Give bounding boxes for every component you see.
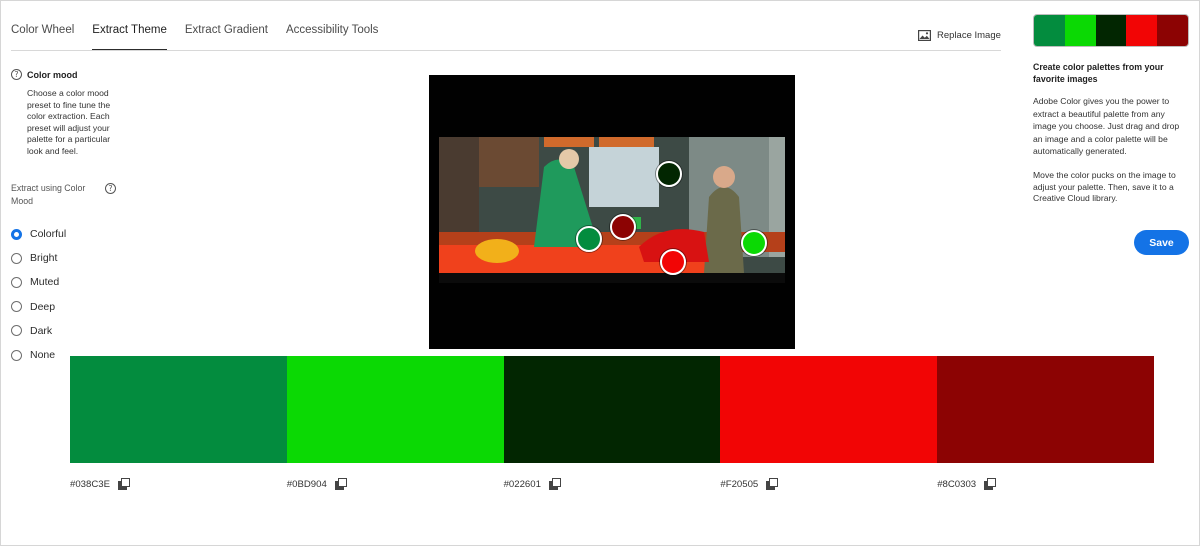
hex-codes: #038C3E #0BD904 #022601 #F20505 #8C0303	[70, 478, 1154, 490]
swatch-3[interactable]	[503, 356, 721, 463]
mood-option-bright[interactable]: Bright	[11, 246, 66, 270]
preview-swatch	[1126, 15, 1158, 46]
mood-option-label: None	[30, 349, 56, 362]
tab-bar: Color Wheel Extract Theme Extract Gradie…	[11, 24, 396, 51]
mood-option-none[interactable]: None	[11, 343, 66, 367]
radio-selected-icon	[11, 228, 22, 240]
swatch-2[interactable]	[286, 356, 504, 463]
swatch-4[interactable]	[720, 356, 938, 463]
color-puck-5[interactable]	[610, 214, 636, 240]
radio-icon	[11, 349, 22, 361]
tab-divider	[11, 50, 1001, 51]
mood-option-label: Dark	[30, 324, 53, 337]
copy-icon[interactable]	[766, 478, 779, 490]
color-mood-header: ? Color mood	[11, 69, 78, 80]
hex-value[interactable]: #F20505	[720, 479, 758, 490]
tab-extract-gradient[interactable]: Extract Gradient	[185, 24, 268, 51]
radio-icon	[11, 276, 22, 288]
replace-image-button[interactable]: Replace Image	[918, 30, 1001, 41]
radio-icon	[11, 252, 22, 264]
info-paragraph-2: Move the color pucks on the image to adj…	[1033, 170, 1176, 204]
color-mood-title: Color mood	[27, 69, 78, 80]
save-button[interactable]: Save	[1134, 230, 1189, 255]
color-puck-3[interactable]	[656, 161, 682, 187]
info-title: Create color palettes from your favorite…	[1033, 62, 1164, 84]
palette-swatches	[70, 356, 1154, 463]
preview-swatch	[1157, 15, 1188, 46]
color-puck-2[interactable]	[741, 230, 767, 256]
mood-option-label: Muted	[30, 276, 60, 289]
extract-mood-label: Extract using Color Mood	[11, 183, 86, 206]
copy-icon[interactable]	[334, 478, 347, 490]
replace-image-label: Replace Image	[937, 30, 1001, 41]
copy-icon[interactable]	[984, 478, 997, 490]
mood-option-label: Colorful	[30, 228, 67, 241]
swatch-1[interactable]	[70, 356, 287, 463]
kitchen-photo	[439, 137, 785, 283]
mood-option-label: Deep	[30, 300, 56, 313]
tab-accessibility-tools[interactable]: Accessibility Tools	[286, 24, 378, 51]
preview-swatch	[1034, 15, 1065, 46]
preview-swatch	[1095, 15, 1127, 46]
mood-option-label: Bright	[30, 252, 58, 265]
radio-icon	[11, 301, 22, 313]
tab-extract-theme[interactable]: Extract Theme	[92, 24, 167, 51]
copy-icon[interactable]	[548, 478, 561, 490]
mood-option-deep[interactable]: Deep	[11, 295, 66, 319]
copy-icon[interactable]	[118, 478, 131, 490]
hex-value[interactable]: #0BD904	[287, 479, 327, 490]
swatch-5[interactable]	[937, 356, 1154, 463]
hex-cell: #022601	[504, 478, 721, 490]
mood-option-dark[interactable]: Dark	[11, 319, 66, 343]
hex-cell: #8C0303	[937, 478, 1154, 490]
hex-cell: #038C3E	[70, 478, 287, 490]
extract-help-icon[interactable]: ?	[105, 183, 116, 194]
mood-option-muted[interactable]: Muted	[11, 270, 66, 294]
source-image[interactable]	[429, 75, 795, 349]
hex-value[interactable]: #8C0303	[937, 479, 976, 490]
preview-swatch	[1064, 15, 1096, 46]
hex-cell: #0BD904	[287, 478, 504, 490]
tab-color-wheel[interactable]: Color Wheel	[11, 24, 74, 51]
color-mood-options: Colorful Bright Muted Deep Dark None	[11, 222, 66, 367]
hex-value[interactable]: #022601	[504, 479, 541, 490]
radio-icon	[11, 325, 22, 337]
image-icon	[918, 30, 931, 41]
hex-cell: #F20505	[720, 478, 937, 490]
help-icon[interactable]: ?	[11, 69, 22, 80]
palette-preview	[1033, 14, 1189, 47]
info-paragraph-1: Adobe Color gives you the power to extra…	[1033, 96, 1180, 157]
mood-option-colorful[interactable]: Colorful	[11, 222, 66, 246]
color-puck-4[interactable]	[660, 249, 686, 275]
color-puck-1[interactable]	[576, 226, 602, 252]
color-mood-description: Choose a color mood preset to fine tune …	[27, 88, 111, 156]
hex-value[interactable]: #038C3E	[70, 479, 110, 490]
